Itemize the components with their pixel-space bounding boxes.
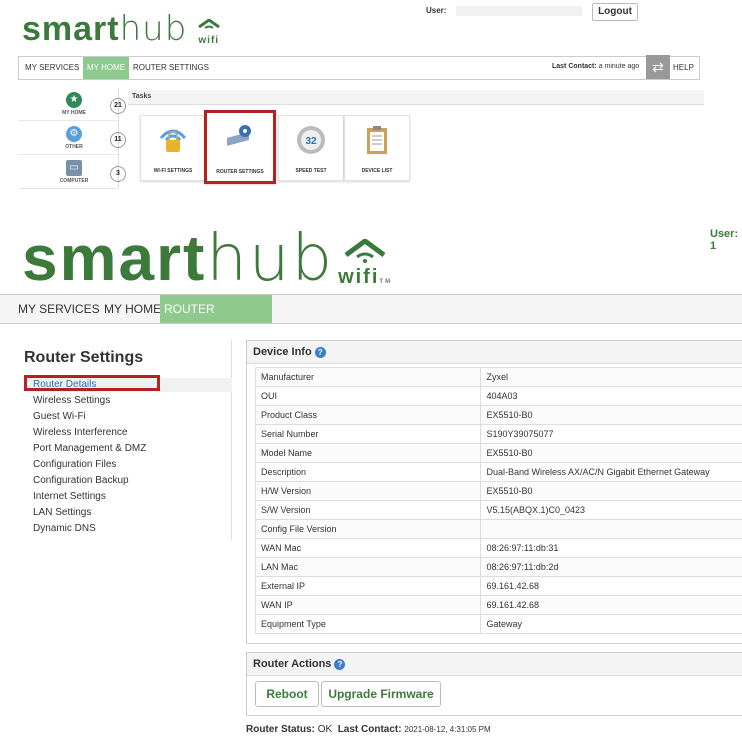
sidebar-item-computer[interactable]: ▭ COMPUTER 3 (18, 156, 126, 189)
help-icon[interactable]: ? (334, 658, 346, 670)
wifi-house-icon: wifiTM (338, 237, 392, 291)
count-badge: 11 (110, 132, 126, 148)
laptop-icon: ▭ (66, 160, 82, 176)
speed-value: 32 (305, 136, 317, 147)
menu-wireless-interference[interactable]: Wireless Interference (24, 426, 232, 440)
router-icon (223, 121, 255, 153)
last-contact-value: 2021-08-12, 4:31:05 PM (404, 725, 491, 734)
menu-dynamic-dns[interactable]: Dynamic DNS (24, 522, 232, 536)
page-title: Router Settings (24, 349, 144, 366)
user-label-large: User: 1 (710, 228, 739, 252)
table-row: H/W Version EX5510-B0 (254, 481, 742, 501)
router-status-line: Router Status: OK Last Contact: 2021-08-… (246, 724, 491, 735)
table-row: Config File Version (254, 519, 742, 539)
count-badge: 21 (110, 98, 126, 114)
task-router-settings[interactable]: ROUTER SETTINGS (204, 110, 276, 184)
gear-icon: ⚙ (66, 126, 82, 142)
menu-internet-settings[interactable]: Internet Settings (24, 490, 232, 504)
table-row: Serial Number S190Y39075077 (254, 424, 742, 444)
device-sidebar: ★ MY HOME 21 ⚙ OTHER 11 ▭ COMPUTER 3 (18, 88, 126, 189)
reboot-button[interactable]: Reboot (255, 681, 319, 707)
table-row: LAN Mac 08:26:97:11:db:2d (254, 557, 742, 577)
sidebar-item-other[interactable]: ⚙ OTHER 11 (18, 122, 126, 155)
user-label: User: (426, 6, 447, 15)
smarthub-logo-small: smarthub wifi (22, 9, 220, 49)
table-row: WAN IP 69.161.42.68 (254, 595, 742, 615)
menu-port-management[interactable]: Port Management & DMZ (24, 442, 232, 456)
tasks-heading: Tasks (128, 90, 704, 105)
nav-router-settings[interactable]: ROUTER SETTINGS (160, 295, 272, 344)
nav-my-services[interactable]: MY SERVICES (21, 57, 83, 79)
router-actions-heading: Router Actions? (247, 653, 742, 676)
menu-configuration-files[interactable]: Configuration Files (24, 458, 232, 472)
status-value: OK (317, 724, 333, 735)
nav-router-settings[interactable]: ROUTER SETTINGS (129, 57, 213, 79)
menu-guest-wifi[interactable]: Guest Wi-Fi (24, 410, 232, 424)
table-row: Model Name EX5510-B0 (254, 443, 742, 463)
star-icon: ★ (66, 92, 82, 108)
help-icon[interactable]: ? (314, 346, 326, 358)
wifi-house-icon: wifi (197, 18, 220, 46)
device-info-table: Manufacturer Zyxel OUI 404A03 Product Clas… (254, 367, 742, 634)
highlight-box (24, 375, 160, 391)
menu-configuration-backup[interactable]: Configuration Backup (24, 474, 232, 488)
clipboard-icon (361, 124, 393, 156)
upgrade-firmware-button[interactable]: Upgrade Firmware (321, 681, 441, 707)
task-wifi-settings[interactable]: WI-FI SETTINGS (140, 115, 206, 181)
refresh-icon[interactable]: ⇄ (646, 55, 670, 79)
nav-my-services[interactable]: MY SERVICES (14, 295, 104, 323)
table-row: OUI 404A03 (254, 386, 742, 406)
table-row: Equipment Type Gateway (254, 614, 742, 634)
menu-lan-settings[interactable]: LAN Settings (24, 506, 232, 520)
speedometer-icon: 32 (295, 124, 327, 156)
device-info-panel: Device Info? Manufacturer Zyxel OUI 404A03… (246, 340, 742, 644)
table-row: External IP 69.161.42.68 (254, 576, 742, 596)
table-row: WAN Mac 08:26:97:11:db:31 (254, 538, 742, 558)
main-nav-large: MY SERVICES MY HOME ROUTER SETTINGS (0, 294, 742, 344)
menu-wireless-settings[interactable]: Wireless Settings (24, 394, 232, 408)
nav-my-home[interactable]: MY HOME (83, 57, 130, 79)
table-row: Description Dual-Band Wireless AX/AC/N Gi… (254, 462, 742, 482)
task-speed-test[interactable]: 32 SPEED TEST (278, 115, 344, 181)
task-device-list[interactable]: DEVICE LIST (344, 115, 410, 181)
logout-button[interactable]: Logout (592, 3, 638, 21)
table-row: Product Class EX5510-B0 (254, 405, 742, 425)
last-contact-small: Last Contact: a minute ago (552, 63, 640, 70)
help-link[interactable]: HELP (673, 63, 694, 72)
device-info-heading: Device Info? (247, 341, 742, 364)
table-row: S/W Version V5.15(ABQX.1)C0_0423 (254, 500, 742, 520)
table-row: Manufacturer Zyxel (254, 367, 742, 387)
lock-icon (157, 124, 189, 156)
user-name-box (456, 6, 582, 16)
router-actions-panel: Router Actions? Reboot Upgrade Firmware (246, 652, 742, 716)
nav-my-home[interactable]: MY HOME (100, 295, 165, 323)
smarthub-logo-large: smarthub wifiTM (22, 222, 393, 296)
sidebar-item-my-home[interactable]: ★ MY HOME 21 (18, 88, 126, 121)
count-badge: 3 (110, 166, 126, 182)
